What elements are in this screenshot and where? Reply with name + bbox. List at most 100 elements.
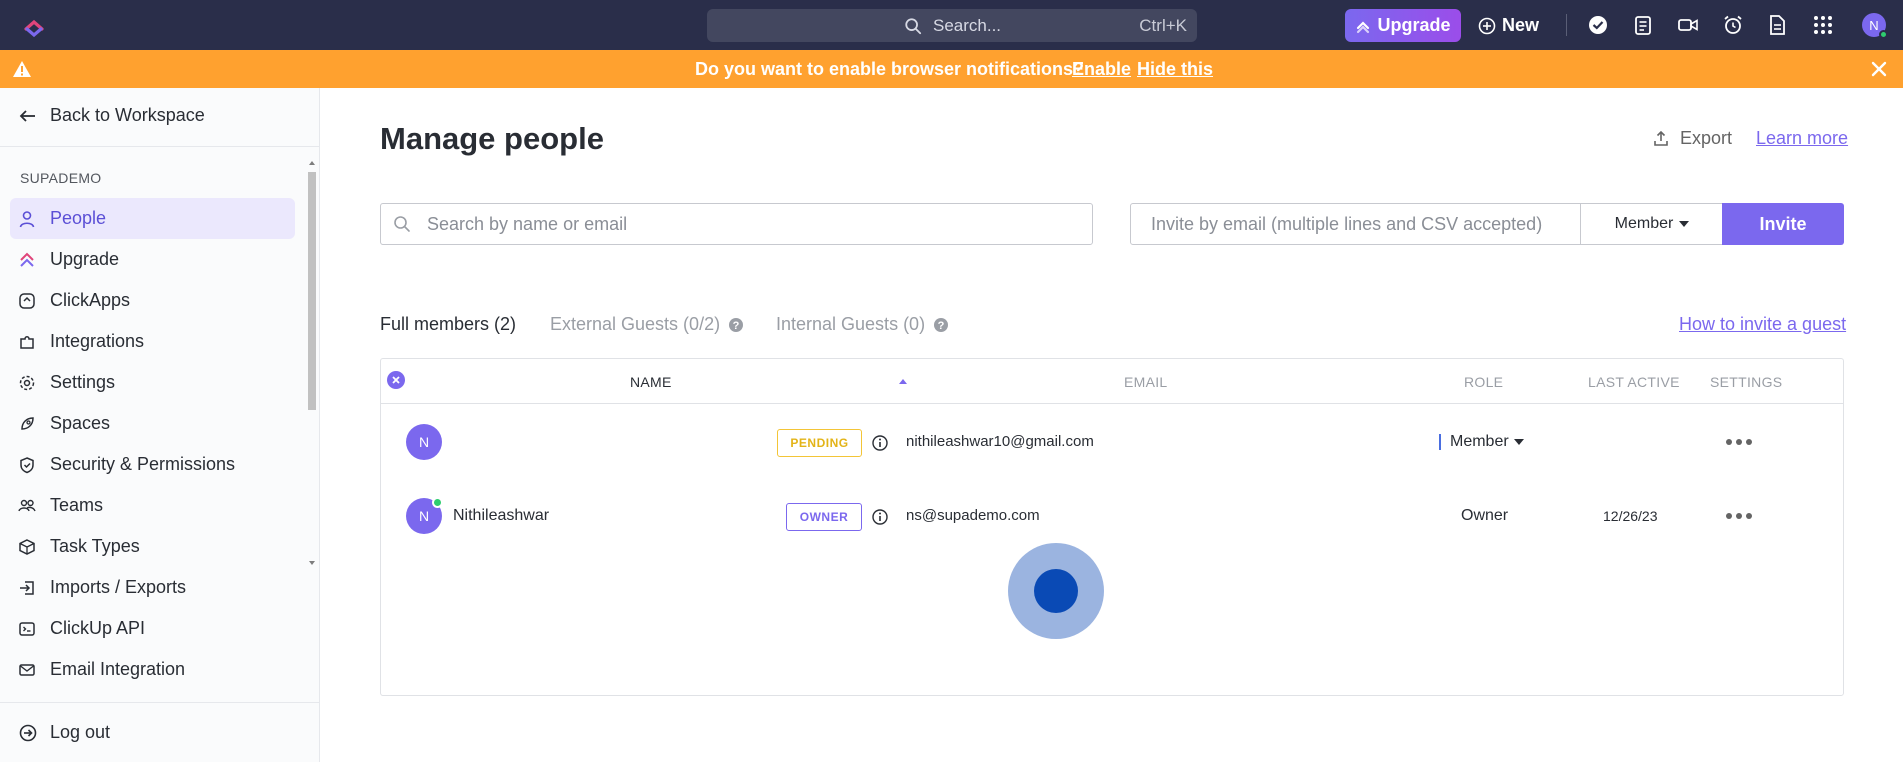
member-avatar-initial: N — [418, 434, 430, 450]
sidebar-item-label: Upgrade — [50, 249, 120, 269]
sidebar-item-label: Task Types — [50, 536, 140, 556]
invite-role-value: Member — [1614, 215, 1674, 232]
arrow-left-icon — [19, 109, 35, 122]
help-icon[interactable]: ? — [933, 317, 949, 333]
sidebar-item-imports-exports[interactable]: Imports / Exports — [10, 567, 295, 608]
sidebar-item-label: People — [50, 208, 107, 228]
tab-label: Full members (2) — [380, 314, 517, 334]
back-to-workspace-link[interactable]: Back to Workspace — [18, 105, 205, 126]
invite-button[interactable]: Invite — [1722, 203, 1844, 245]
column-header-name[interactable]: NAME — [630, 374, 672, 390]
plus-circle-icon — [1478, 17, 1496, 34]
sidebar-item-teams[interactable]: Teams — [10, 485, 295, 526]
sidebar-item-people[interactable]: People — [10, 198, 295, 239]
sidebar-item-task-types[interactable]: Task Types — [10, 526, 295, 567]
upgrade-button[interactable]: Upgrade — [1345, 9, 1461, 42]
more-options-icon[interactable] — [1726, 506, 1756, 526]
person-icon — [19, 210, 35, 227]
sidebar-item-spaces[interactable]: Spaces — [10, 403, 295, 444]
table-row: N Nithileashwar OWNER ns@supademo.com Ow… — [381, 486, 1843, 546]
invite-email-input[interactable] — [1131, 204, 1580, 244]
clear-selection-icon[interactable] — [387, 371, 405, 389]
role-focus-bar — [1439, 434, 1441, 450]
column-header-role[interactable]: ROLE — [1464, 374, 1503, 390]
svg-text:?: ? — [938, 320, 945, 332]
user-avatar[interactable]: N — [1862, 13, 1888, 39]
invite-role-select[interactable]: Member — [1580, 203, 1724, 245]
back-label: Back to Workspace — [50, 105, 205, 125]
clickup-logo-icon[interactable] — [22, 13, 46, 37]
people-search-input[interactable] — [427, 204, 1077, 244]
sidebar-item-settings[interactable]: Settings — [10, 362, 295, 403]
tab-full-members[interactable]: Full members (2) — [380, 314, 516, 335]
learn-more-link[interactable]: Learn more — [1756, 128, 1848, 149]
export-label: Export — [1680, 128, 1733, 148]
sort-ascending-icon[interactable] — [899, 379, 907, 384]
sidebar-item-clickapps[interactable]: ClickApps — [10, 280, 295, 321]
upgrade-icon — [20, 252, 34, 267]
info-icon[interactable] — [871, 508, 889, 526]
rocket-icon — [21, 416, 34, 430]
invite-email-field — [1130, 203, 1581, 245]
sidebar-item-label: Settings — [50, 372, 116, 392]
notepad-icon[interactable] — [1632, 14, 1654, 36]
import-icon — [20, 580, 34, 595]
notification-banner: Do you want to enable browser notificati… — [0, 50, 1903, 88]
tab-external-guests[interactable]: External Guests (0/2) ? — [550, 314, 744, 335]
info-icon[interactable] — [871, 434, 889, 452]
member-avatar: N — [406, 424, 442, 460]
member-avatar: N — [406, 497, 443, 534]
hide-banner-link[interactable]: Hide this — [1137, 59, 1213, 80]
sidebar-item-email-integration[interactable]: Email Integration — [10, 649, 295, 690]
svg-text:?: ? — [733, 320, 740, 332]
api-icon — [19, 621, 35, 636]
close-icon[interactable] — [1869, 59, 1889, 79]
sidebar-bottom-divider — [0, 702, 320, 703]
tab-label: External Guests (0/2) — [550, 314, 721, 334]
search-icon — [905, 18, 922, 35]
more-options-icon[interactable] — [1726, 432, 1756, 452]
sidebar-item-clickup-api[interactable]: ClickUp API — [10, 608, 295, 649]
logout-link[interactable]: Log out — [18, 722, 110, 743]
search-shortcut: Ctrl+K — [1139, 16, 1187, 35]
banner-message: Do you want to enable browser notificati… — [695, 59, 1085, 79]
click-indicator-core — [1034, 569, 1078, 613]
status-badge: PENDING — [777, 429, 862, 457]
sidebar-item-security[interactable]: Security & Permissions — [10, 444, 295, 485]
sidebar-item-label: Imports / Exports — [50, 577, 187, 597]
member-email: nithileashwar10@gmail.com — [906, 433, 1094, 450]
scroll-down-arrow-icon[interactable] — [309, 560, 315, 566]
scroll-up-arrow-icon[interactable] — [309, 160, 315, 166]
column-header-settings: SETTINGS — [1710, 374, 1783, 390]
sidebar-item-label: Teams — [50, 495, 104, 515]
sidebar-nav: People Upgrade ClickApps Integrations Se… — [10, 198, 295, 690]
help-icon[interactable]: ? — [728, 317, 744, 333]
column-header-email[interactable]: EMAIL — [1124, 374, 1168, 390]
sidebar-item-integrations[interactable]: Integrations — [10, 321, 295, 362]
export-icon — [1654, 130, 1668, 146]
member-role: Owner — [1461, 507, 1508, 525]
settings-sidebar: Back to Workspace SUPADEMO People Upgrad… — [0, 88, 320, 762]
apps-grid-icon[interactable] — [1812, 14, 1834, 36]
sidebar-scrollbar[interactable] — [307, 160, 317, 568]
member-role-select[interactable]: Member — [1439, 433, 1524, 451]
member-role-value: Owner — [1461, 507, 1509, 524]
user-avatar-initial: N — [1869, 17, 1879, 33]
document-icon[interactable] — [1766, 14, 1788, 36]
new-button[interactable]: New — [1478, 9, 1539, 42]
tab-internal-guests[interactable]: Internal Guests (0) ? — [776, 314, 949, 335]
alarm-clock-icon[interactable] — [1722, 14, 1744, 36]
column-header-last-active[interactable]: LAST ACTIVE — [1588, 374, 1680, 390]
caret-down-icon — [1679, 221, 1690, 227]
how-to-invite-guest-link[interactable]: How to invite a guest — [1679, 314, 1846, 335]
page-title: Manage people — [380, 121, 604, 156]
export-button[interactable]: Export — [1652, 128, 1732, 149]
global-search[interactable]: Search... Ctrl+K — [707, 9, 1197, 42]
gear-icon — [19, 375, 35, 390]
scrollbar-thumb[interactable] — [308, 172, 316, 410]
sidebar-item-upgrade[interactable]: Upgrade — [10, 239, 295, 280]
enable-notifications-link[interactable]: Enable — [1072, 59, 1131, 80]
puzzle-icon — [20, 335, 34, 349]
check-circle-icon[interactable] — [1587, 14, 1609, 36]
video-icon[interactable] — [1677, 14, 1699, 36]
